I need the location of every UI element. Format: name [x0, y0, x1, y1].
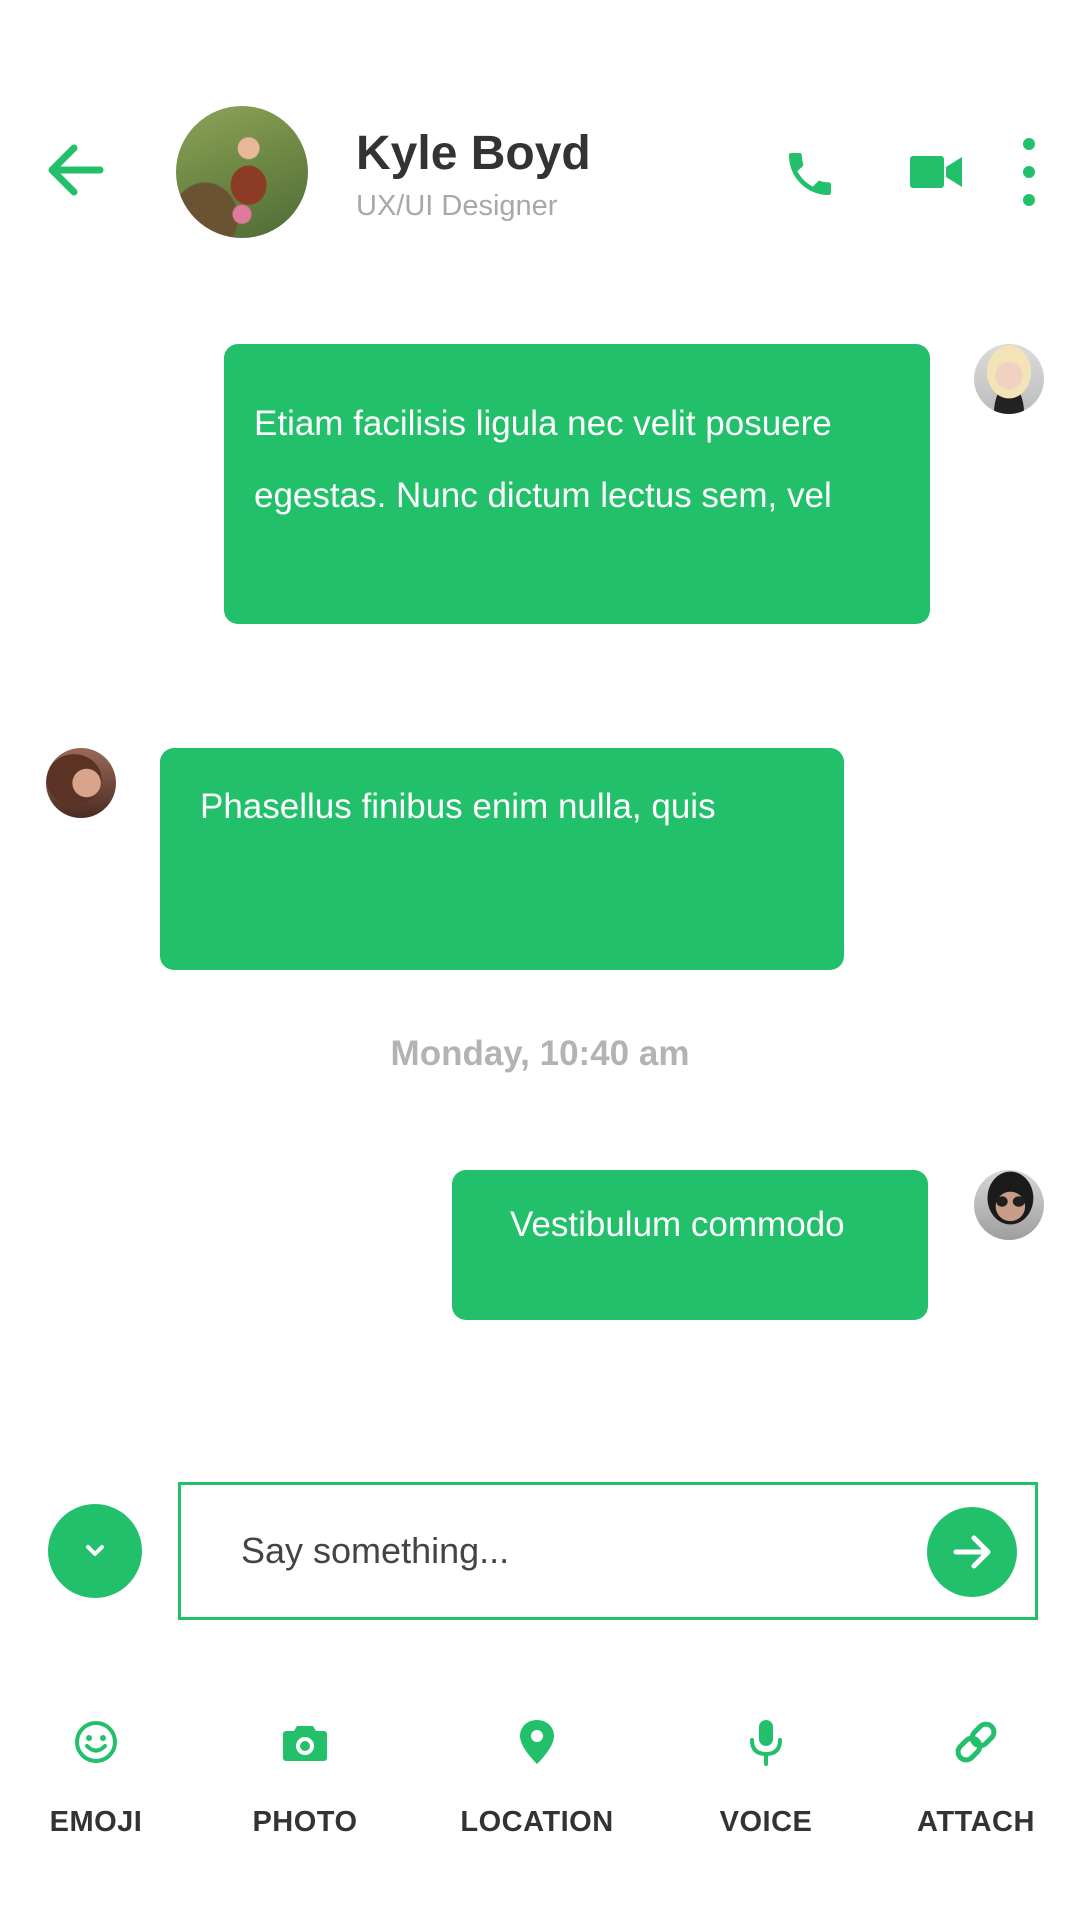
message-text-line: egestas. Nunc dictum lectus sem, vel [254, 476, 832, 515]
location-button[interactable]: LOCATION [437, 1716, 637, 1846]
message-timestamp: Monday, 10:40 am [390, 1034, 690, 1073]
message-input[interactable] [241, 1515, 841, 1587]
emoji-button[interactable]: EMOJI [0, 1716, 196, 1846]
chat-screen: Kyle Boyd UX/UI Designer Etiam facilisis… [0, 0, 1080, 1920]
camera-icon [283, 1726, 327, 1761]
toolbar-label: EMOJI [49, 1806, 143, 1838]
sender-avatar[interactable] [46, 748, 116, 818]
chevron-down-icon [86, 1545, 104, 1556]
emoji-icon [75, 1721, 117, 1763]
send-button[interactable] [927, 1507, 1017, 1597]
sender-avatar[interactable] [974, 344, 1044, 414]
attach-button[interactable]: ATTACH [876, 1716, 1076, 1846]
toolbar-label: LOCATION [460, 1806, 614, 1838]
more-options-button[interactable] [1016, 134, 1042, 210]
message-bubble-outgoing[interactable]: Vestibulum commodo [452, 1170, 928, 1320]
toolbar-label: VOICE [719, 1806, 813, 1838]
contact-avatar[interactable] [176, 106, 308, 238]
phone-icon [789, 153, 831, 195]
send-arrow-icon [953, 1535, 991, 1569]
location-pin-icon [520, 1720, 554, 1764]
call-button[interactable] [782, 146, 838, 202]
message-text-line: Etiam facilisis ligula nec velit posuere [254, 404, 832, 443]
video-call-button[interactable] [908, 150, 964, 194]
back-button[interactable] [44, 140, 104, 200]
microphone-icon [750, 1720, 782, 1766]
toolbar-label: PHOTO [252, 1806, 358, 1838]
back-arrow-icon [48, 144, 104, 196]
video-camera-icon [910, 156, 962, 188]
collapse-button[interactable] [48, 1504, 142, 1598]
message-text: Phasellus finibus enim nulla, quis [200, 787, 716, 826]
contact-name: Kyle Boyd [356, 127, 591, 180]
message-bubble-outgoing[interactable]: Etiam facilisis ligula nec velit posuere… [224, 344, 930, 624]
message-text: Vestibulum commodo [510, 1205, 845, 1244]
contact-role: UX/UI Designer [356, 190, 558, 222]
more-vertical-icon [1023, 138, 1035, 206]
toolbar-label: ATTACH [917, 1806, 1035, 1838]
photo-button[interactable]: PHOTO [205, 1716, 405, 1846]
sender-avatar[interactable] [974, 1170, 1044, 1240]
message-composer [178, 1482, 1038, 1620]
message-bubble-incoming[interactable]: Phasellus finibus enim nulla, quis [160, 748, 844, 970]
voice-button[interactable]: VOICE [666, 1716, 866, 1846]
link-icon [955, 1721, 997, 1763]
